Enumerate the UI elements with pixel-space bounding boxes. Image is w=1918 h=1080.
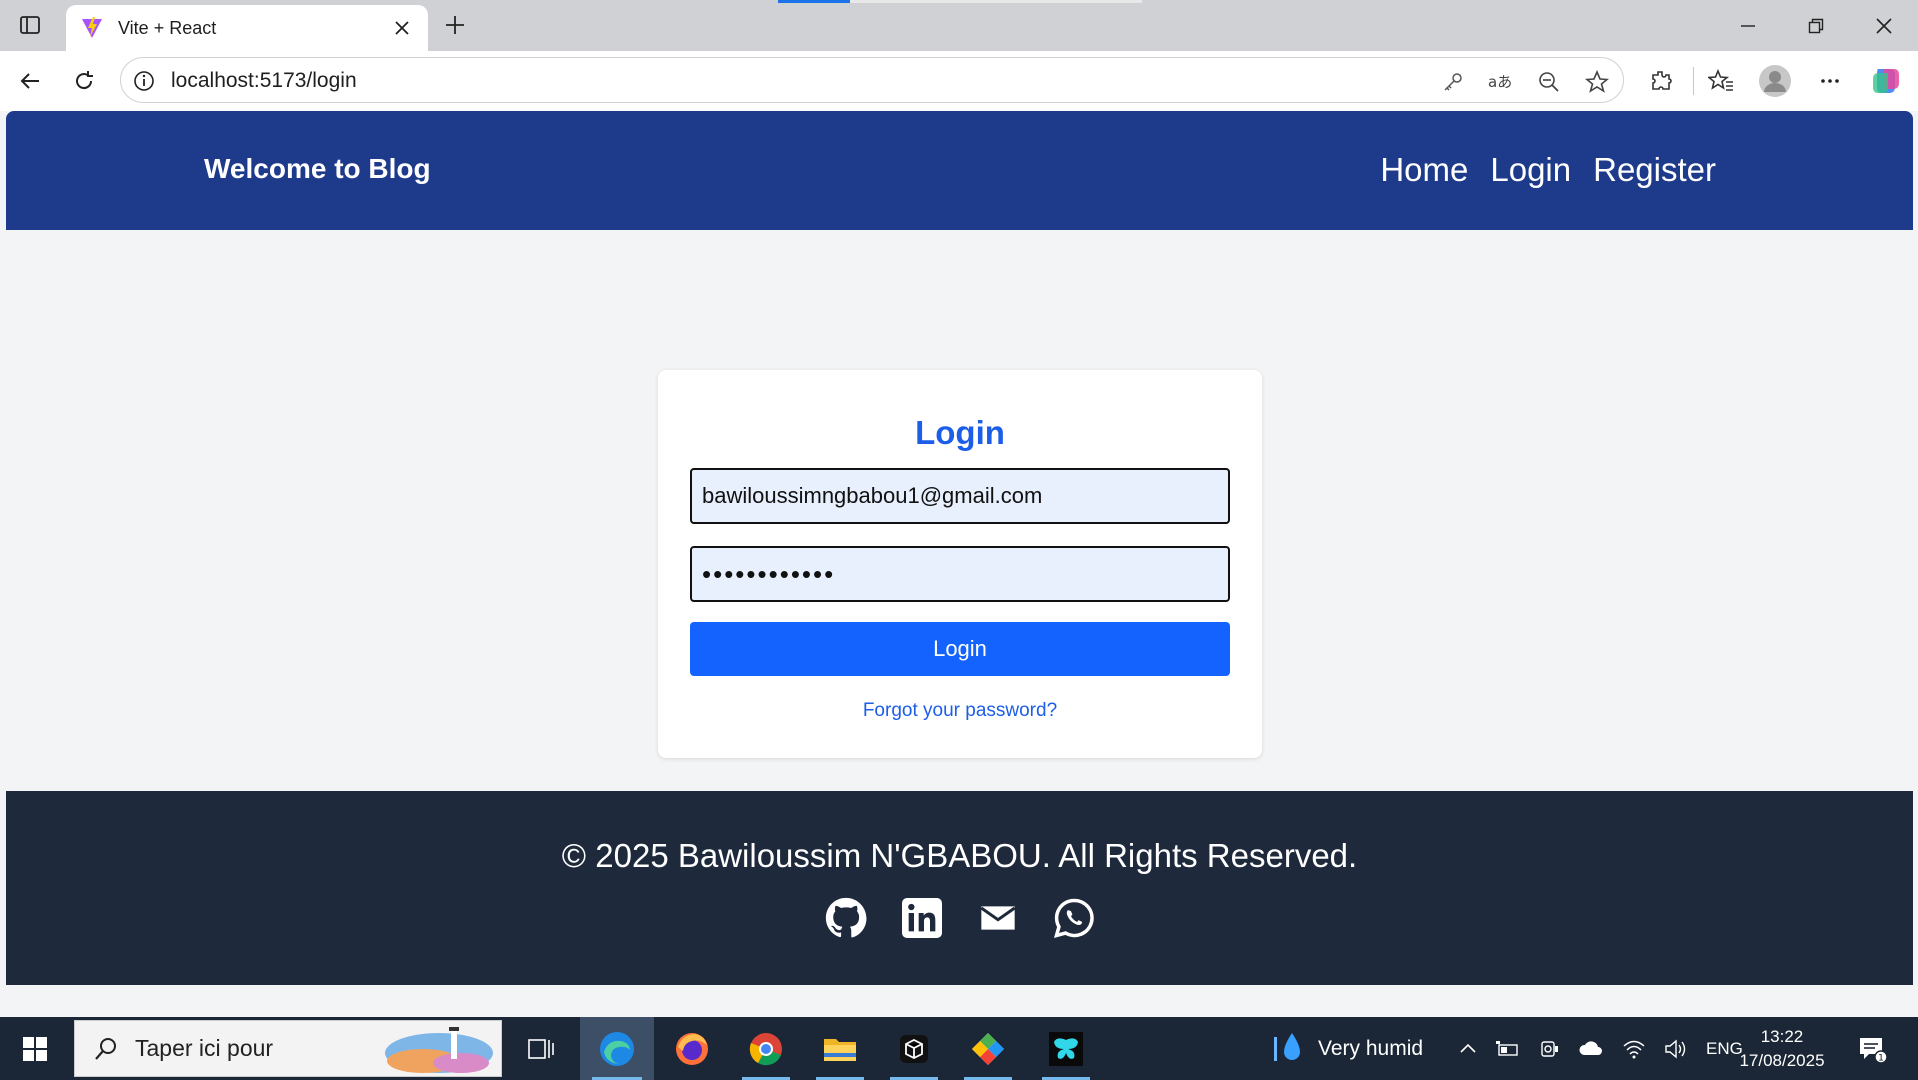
password-field[interactable] xyxy=(690,546,1230,602)
mail-icon[interactable] xyxy=(977,897,1019,939)
extensions-icon[interactable] xyxy=(1643,63,1679,99)
cube-app-icon xyxy=(900,1034,928,1063)
browser-tab-bar: Vite + React xyxy=(0,0,1918,51)
site-footer: © 2025 Bawiloussim N'GBABOU. All Rights … xyxy=(6,791,1913,985)
window-controls xyxy=(1714,0,1918,51)
clock-time: 13:22 xyxy=(1760,1027,1804,1046)
brand-title: Welcome to Blog xyxy=(204,153,431,184)
search-highlight-illustration xyxy=(385,1027,493,1073)
task-view-icon[interactable] xyxy=(518,1017,564,1080)
minimize-icon[interactable] xyxy=(1714,0,1782,51)
github-icon[interactable] xyxy=(825,897,867,939)
onedrive-cloud-icon[interactable] xyxy=(1578,1039,1604,1059)
taskbar-app-box[interactable] xyxy=(878,1017,950,1080)
taskbar-git-app[interactable] xyxy=(952,1017,1024,1080)
browser-toolbar: localhost:5173/login aあ xyxy=(0,51,1918,111)
diamond-app-icon xyxy=(972,1032,1004,1065)
zoom-out-icon[interactable] xyxy=(1535,68,1563,96)
tab-actions-icon[interactable] xyxy=(14,10,46,40)
social-links xyxy=(6,897,1913,939)
vite-favicon-icon xyxy=(82,17,102,38)
nav-links: Home Login Register xyxy=(1380,151,1716,189)
close-window-icon[interactable] xyxy=(1850,0,1918,51)
wifi-icon[interactable] xyxy=(1622,1038,1646,1060)
volume-icon[interactable] xyxy=(1664,1038,1688,1060)
copyright-text: © 2025 Bawiloussim N'GBABOU. All Rights … xyxy=(561,837,1358,874)
windows-start-icon[interactable] xyxy=(0,1017,70,1080)
taskbar-search[interactable]: Taper ici pour xyxy=(74,1020,502,1077)
favorite-star-icon[interactable] xyxy=(1583,68,1611,96)
translate-icon[interactable]: aあ xyxy=(1487,68,1515,96)
email-field[interactable] xyxy=(690,468,1230,524)
browser-tab[interactable]: Vite + React xyxy=(66,5,428,51)
taskbar-edge[interactable] xyxy=(580,1017,654,1080)
login-button[interactable]: Login xyxy=(690,622,1230,676)
folder-icon xyxy=(824,1038,856,1061)
tab-close-icon[interactable] xyxy=(390,16,414,40)
battery-icon[interactable] xyxy=(1496,1039,1520,1059)
profile-avatar-icon[interactable] xyxy=(1757,63,1793,99)
more-options-icon[interactable] xyxy=(1812,63,1848,99)
chevron-up-icon[interactable] xyxy=(1458,1039,1478,1059)
key-icon[interactable] xyxy=(1439,68,1467,96)
humidity-drop-icon xyxy=(1274,1032,1300,1061)
forgot-password-link[interactable]: Forgot your password? xyxy=(658,700,1262,722)
firefox-icon xyxy=(676,1032,708,1065)
notification-count: 1 xyxy=(1878,1054,1884,1064)
windows-taskbar: Taper ici pour Very humid ENG 13:22 17/0… xyxy=(0,1017,1918,1080)
address-bar[interactable]: localhost:5173/login aあ xyxy=(120,57,1624,103)
toolbar-separator xyxy=(1693,67,1694,95)
linkedin-icon[interactable] xyxy=(901,897,943,939)
web-page: Welcome to Blog Home Login Register Logi… xyxy=(6,111,1913,1017)
search-placeholder: Taper ici pour xyxy=(135,1035,274,1061)
taskbar-chrome[interactable] xyxy=(730,1017,802,1080)
url-text: localhost:5173/login xyxy=(171,69,357,92)
tab-title: Vite + React xyxy=(118,17,217,38)
site-navbar: Welcome to Blog Home Login Register xyxy=(6,111,1913,230)
svg-text:aあ: aあ xyxy=(1488,73,1512,91)
notification-center-icon[interactable]: 1 xyxy=(1854,1031,1890,1067)
loading-track xyxy=(850,0,1142,3)
edge-icon xyxy=(600,1031,634,1066)
taskbar-cursor-app[interactable] xyxy=(1030,1017,1102,1080)
system-tray: ENG xyxy=(1458,1017,1743,1080)
favorites-icon[interactable] xyxy=(1703,63,1739,99)
site-info-icon[interactable] xyxy=(131,68,157,94)
back-icon[interactable] xyxy=(12,63,48,99)
refresh-icon[interactable] xyxy=(66,63,102,99)
weather-text: Very humid xyxy=(1318,1036,1424,1060)
nav-login-link[interactable]: Login xyxy=(1490,151,1571,189)
loading-indicator xyxy=(778,0,850,3)
camera-icon[interactable] xyxy=(1538,1038,1560,1060)
taskbar-firefox[interactable] xyxy=(656,1017,728,1080)
new-tab-icon[interactable] xyxy=(438,8,472,42)
nav-home-link[interactable]: Home xyxy=(1380,151,1468,189)
butterfly-app-icon xyxy=(1049,1031,1083,1066)
chrome-icon xyxy=(749,1032,782,1065)
restore-icon[interactable] xyxy=(1782,0,1850,51)
login-card: Login Login Forgot your password? xyxy=(658,370,1262,758)
weather-widget[interactable]: Very humid xyxy=(1270,1017,1423,1080)
clock-date: 17/08/2025 xyxy=(1739,1051,1825,1070)
whatsapp-icon[interactable] xyxy=(1053,897,1095,939)
nav-register-link[interactable]: Register xyxy=(1593,151,1716,189)
taskbar-file-explorer[interactable] xyxy=(804,1017,876,1080)
copilot-icon[interactable] xyxy=(1868,63,1904,99)
login-title: Login xyxy=(915,414,1005,451)
taskbar-clock[interactable]: 13:22 17/08/2025 xyxy=(1734,1025,1830,1073)
search-icon xyxy=(95,1037,116,1060)
